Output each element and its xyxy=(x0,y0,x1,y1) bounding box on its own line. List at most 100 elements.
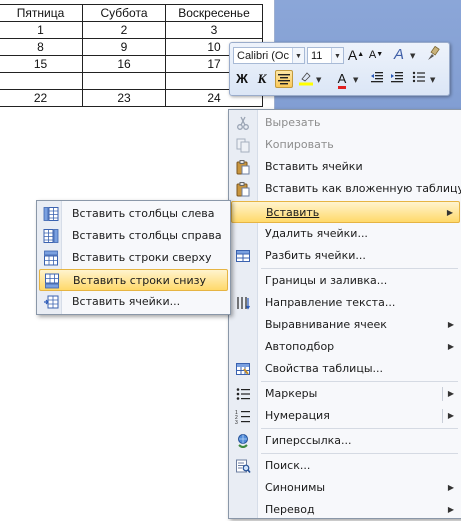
menu-item-label: Удалить ячейки... xyxy=(265,227,368,240)
bullets-button[interactable] xyxy=(410,70,428,88)
submenu-item-label: Вставить столбцы справа xyxy=(72,229,222,242)
paste-icon xyxy=(236,182,250,197)
menu-item-label: Маркеры xyxy=(265,387,318,400)
chevron-down-icon[interactable]: ▼ xyxy=(292,48,304,63)
italic-button[interactable]: К xyxy=(253,70,271,88)
submenu-item-insert-rows-below[interactable]: Вставить строки снизу xyxy=(39,269,228,291)
menu-item-cell-alignment[interactable]: Выравнивание ячеек ▶ xyxy=(231,314,460,336)
increase-indent-icon xyxy=(391,72,403,83)
table-row: 15 16 17 xyxy=(0,55,263,73)
menu-item-text-direction[interactable]: Направление текста... xyxy=(231,292,460,314)
table-row xyxy=(0,72,263,90)
font-name-value: Calibri (Ос xyxy=(237,50,289,62)
menu-item-bullets[interactable]: Маркеры ▶ xyxy=(231,383,460,405)
submenu-arrow-icon: ▶ xyxy=(447,342,454,351)
table-cell[interactable]: 8 xyxy=(0,38,83,56)
table-cell[interactable] xyxy=(0,72,83,90)
table-header-cell[interactable]: Суббота xyxy=(82,4,166,22)
menu-item-autofit[interactable]: Автоподбор ▶ xyxy=(231,336,460,358)
menu-item-synonyms[interactable]: Синонимы ▶ xyxy=(231,477,460,499)
menu-separator xyxy=(261,428,458,429)
table-row: 22 23 24 xyxy=(0,89,263,107)
menu-item-split-cells[interactable]: Разбить ячейки... xyxy=(231,245,460,267)
menu-item-delete-cells[interactable]: Удалить ячейки... xyxy=(231,223,460,245)
styles-button[interactable]: A xyxy=(390,46,408,64)
submenu-item-label: Вставить ячейки... xyxy=(72,295,181,308)
increase-indent-button[interactable] xyxy=(388,70,406,88)
submenu-arrow-icon: ▶ xyxy=(447,411,454,420)
highlight-button[interactable] xyxy=(297,70,315,88)
shrink-font-button[interactable]: A▼ xyxy=(367,46,385,64)
menu-item-table-properties[interactable]: Свойства таблицы... xyxy=(231,358,460,380)
highlighter-icon xyxy=(299,72,313,86)
bold-button[interactable]: Ж xyxy=(233,70,251,88)
table-cell[interactable]: 3 xyxy=(165,21,263,39)
decrease-indent-button[interactable] xyxy=(368,70,386,88)
italic-icon: К xyxy=(257,71,267,86)
table-header-cell[interactable]: Пятница xyxy=(0,4,83,22)
font-size-value: 11 xyxy=(311,50,323,62)
chevron-down-icon[interactable]: ▼ xyxy=(353,76,358,84)
submenu-arrow-icon: ▶ xyxy=(447,389,454,398)
insert-submenu: Вставить столбцы слева Вставить столбцы … xyxy=(36,200,231,315)
chevron-down-icon[interactable]: ▼ xyxy=(410,52,415,60)
numbering-icon: 1 2 3 xyxy=(235,410,250,424)
menu-item-label: Вставить ячейки xyxy=(265,160,363,173)
menu-item-label: Перевод xyxy=(265,503,315,516)
text-direction-icon xyxy=(237,297,251,310)
menu-item-label: Поиск... xyxy=(265,459,311,472)
submenu-item-insert-columns-right[interactable]: Вставить столбцы справа xyxy=(39,225,228,247)
menu-item-label: Нумерация xyxy=(265,409,330,422)
table-cell[interactable]: 22 xyxy=(0,89,83,107)
styles-icon: A xyxy=(393,46,404,63)
menu-item-hyperlink[interactable]: Гиперссылка... xyxy=(231,430,460,452)
menu-item-borders-shading[interactable]: Границы и заливка... xyxy=(231,270,460,292)
menu-item-label: Свойства таблицы... xyxy=(265,362,383,375)
insert-columns-left-icon xyxy=(43,207,59,221)
table-header-cell[interactable]: Воскресенье xyxy=(165,4,263,22)
research-icon xyxy=(236,459,251,473)
submenu-item-insert-rows-above[interactable]: Вставить строки сверху xyxy=(39,247,228,269)
table-cell[interactable]: 15 xyxy=(0,55,83,73)
menu-item-translate[interactable]: Перевод ▶ xyxy=(231,499,460,521)
menu-item-paste-cells[interactable]: Вставить ячейки xyxy=(231,156,460,178)
menu-item-research[interactable]: Поиск... xyxy=(231,455,460,477)
font-size-box[interactable]: 11 ▼ xyxy=(307,47,344,64)
calendar-table: Пятница Суббота Воскресенье 1 2 3 8 9 10… xyxy=(0,4,263,107)
chevron-down-icon[interactable]: ▼ xyxy=(331,48,343,63)
submenu-item-label: Вставить строки сверху xyxy=(72,251,212,264)
font-name-box[interactable]: Calibri (Ос ▼ xyxy=(233,47,305,64)
menu-item-insert[interactable]: Вставить ▶ xyxy=(231,201,460,223)
menu-item-numbering[interactable]: 1 2 3 Нумерация ▶ xyxy=(231,405,460,427)
copy-icon xyxy=(236,138,250,153)
insert-columns-right-icon xyxy=(43,229,59,243)
menu-item-paste-nested-table[interactable]: Вставить как вложенную таблицу xyxy=(231,178,461,200)
menu-item-label: Синонимы xyxy=(265,481,326,494)
menu-item-cut[interactable]: Вырезать xyxy=(231,112,460,134)
font-color-button[interactable]: A xyxy=(333,70,351,89)
font-color-icon: A xyxy=(337,72,347,89)
grow-font-button[interactable]: A▲ xyxy=(347,46,365,64)
table-cell[interactable]: 9 xyxy=(82,38,166,56)
submenu-arrow-icon: ▶ xyxy=(447,505,454,514)
menu-item-label: Вырезать xyxy=(265,116,321,129)
insert-cells-icon xyxy=(44,295,59,309)
menu-item-copy[interactable]: Копировать xyxy=(231,134,460,156)
split-cells-icon xyxy=(236,250,250,262)
scissors-icon xyxy=(237,116,249,130)
split-divider xyxy=(442,387,443,401)
table-cell[interactable]: 1 xyxy=(0,21,83,39)
submenu-item-insert-columns-left[interactable]: Вставить столбцы слева xyxy=(39,203,228,225)
table-cell[interactable]: 16 xyxy=(82,55,166,73)
menu-separator xyxy=(261,268,458,269)
chevron-down-icon[interactable]: ▼ xyxy=(316,76,321,84)
align-center-icon xyxy=(278,74,290,85)
format-painter-button[interactable] xyxy=(424,45,442,64)
grow-font-icon: A xyxy=(347,47,358,63)
chevron-down-icon[interactable]: ▼ xyxy=(430,76,435,84)
table-cell[interactable]: 23 xyxy=(82,89,166,107)
table-cell[interactable]: 2 xyxy=(82,21,166,39)
submenu-item-insert-cells[interactable]: Вставить ячейки... xyxy=(39,291,228,313)
align-center-button[interactable] xyxy=(275,70,293,88)
table-cell[interactable] xyxy=(82,72,166,90)
